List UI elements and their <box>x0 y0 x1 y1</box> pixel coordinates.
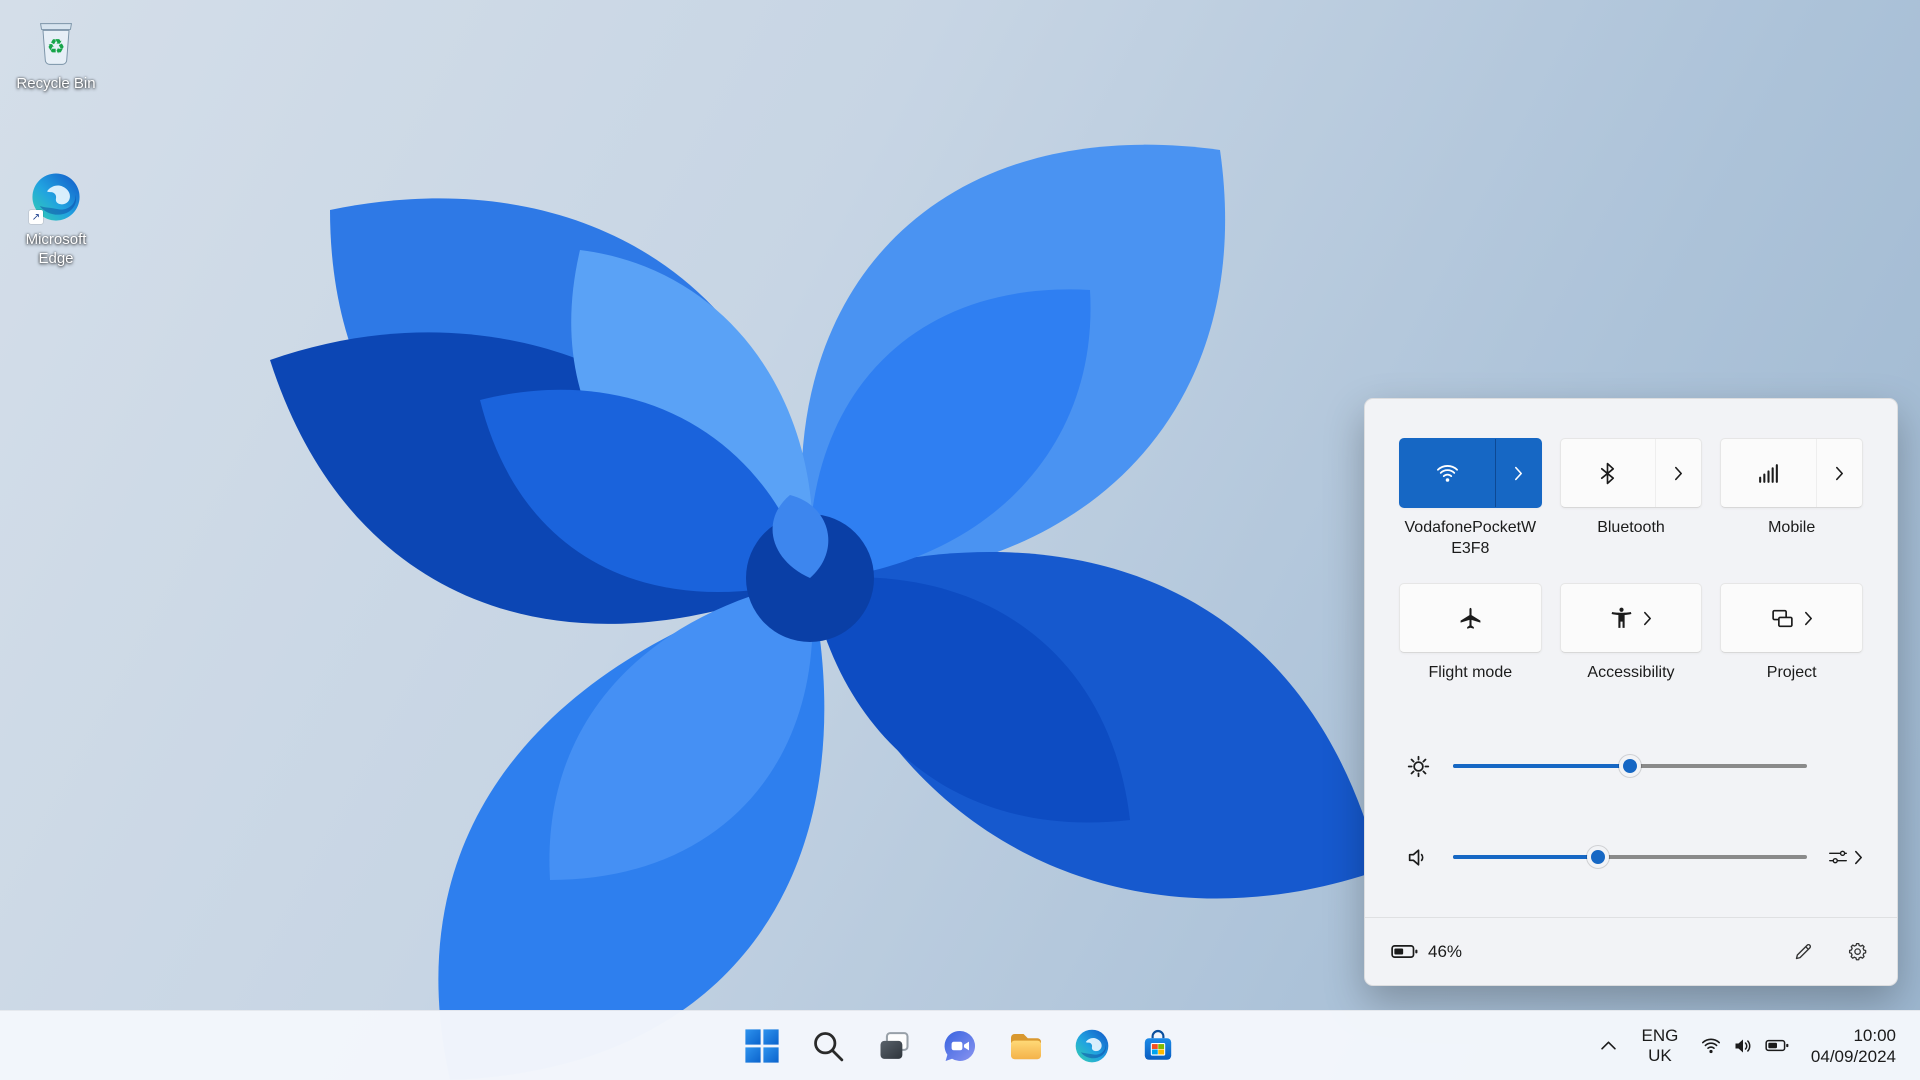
file-explorer-icon <box>1008 1028 1044 1064</box>
edge-icon: ↗ <box>27 168 85 226</box>
quick-setting-cell-flight-mode: Flight mode <box>1399 583 1542 683</box>
system-tray-status-button[interactable] <box>1691 1018 1799 1074</box>
store-icon <box>1140 1028 1176 1064</box>
task-view-icon <box>876 1028 912 1064</box>
wifi-expand-button[interactable] <box>1495 439 1541 507</box>
mobile-icon-wrap <box>1721 439 1816 507</box>
language-code: ENG <box>1641 1026 1678 1046</box>
desktop-icon-recycle-bin[interactable]: ♻ Recycle Bin <box>8 12 104 93</box>
brightness-slider-thumb[interactable] <box>1619 755 1641 777</box>
volume-slider[interactable] <box>1453 843 1807 871</box>
chevron-right-icon <box>1804 611 1813 626</box>
quick-setting-cell-project: Project <box>1720 583 1863 683</box>
clock[interactable]: 10:00 04/09/2024 <box>1803 1018 1904 1074</box>
settings-button[interactable] <box>1837 934 1877 970</box>
taskbar-tray: ENG UK 10:00 04/09/2024 <box>1589 1011 1920 1080</box>
edge-button[interactable] <box>1063 1017 1121 1075</box>
mobile-signal-icon <box>1756 461 1781 486</box>
flight-mode-label: Flight mode <box>1399 662 1542 683</box>
chevron-right-icon <box>1674 466 1683 481</box>
svg-text:♻: ♻ <box>47 37 65 59</box>
bluetooth-toggle[interactable] <box>1560 438 1703 508</box>
edit-pencil-icon <box>1793 941 1814 962</box>
volume-slider-track[interactable] <box>1453 855 1807 859</box>
brightness-slider-track[interactable] <box>1453 764 1807 768</box>
flight-mode-icon <box>1458 606 1483 631</box>
speaker-icon <box>1399 845 1437 870</box>
start-button[interactable] <box>733 1017 791 1075</box>
battery-icon <box>1391 944 1418 959</box>
mobile-toggle[interactable] <box>1720 438 1863 508</box>
windows-start-icon <box>744 1028 780 1064</box>
accessibility-button[interactable] <box>1560 583 1703 653</box>
audio-output-icon <box>1827 846 1849 868</box>
wifi-icon-wrap <box>1400 439 1495 507</box>
edge-icon <box>1074 1028 1110 1064</box>
taskbar-app-icons <box>733 1011 1187 1080</box>
brightness-row <box>1399 746 1863 786</box>
clock-time: 10:00 <box>1853 1025 1896 1046</box>
footer-buttons <box>1783 934 1877 970</box>
bluetooth-expand-button[interactable] <box>1655 439 1701 507</box>
shortcut-arrow-icon: ↗ <box>29 210 43 224</box>
language-indicator[interactable]: ENG UK <box>1633 1018 1687 1074</box>
chevron-right-icon <box>1643 611 1652 626</box>
bluetooth-label: Bluetooth <box>1560 517 1703 538</box>
search-button[interactable] <box>799 1017 857 1075</box>
flight-mode-toggle[interactable] <box>1399 583 1542 653</box>
chevron-up-icon <box>1601 1041 1616 1050</box>
audio-output-selector[interactable] <box>1807 846 1863 868</box>
chevron-right-icon <box>1854 850 1863 865</box>
task-view-button[interactable] <box>865 1017 923 1075</box>
search-icon <box>810 1028 846 1064</box>
battery-status-icon <box>1765 1039 1789 1052</box>
bluetooth-icon <box>1595 461 1620 486</box>
volume-slider-fill <box>1453 855 1598 859</box>
taskbar: ENG UK 10:00 04/09/2024 <box>0 1010 1920 1080</box>
accessibility-icon <box>1609 606 1634 631</box>
accessibility-label: Accessibility <box>1560 662 1703 683</box>
bluetooth-icon-wrap <box>1561 439 1656 507</box>
quick-settings-tile-grid: VodafonePocketW E3F8 Bluetooth <box>1399 438 1863 683</box>
file-explorer-button[interactable] <box>997 1017 1055 1075</box>
wifi-status-icon <box>1701 1036 1721 1056</box>
brightness-sun-icon <box>1399 754 1437 779</box>
language-region: UK <box>1648 1046 1672 1066</box>
chevron-right-icon <box>1835 466 1844 481</box>
battery-status-button[interactable]: 46% <box>1391 942 1462 962</box>
quick-settings-footer: 46% <box>1365 917 1897 985</box>
quick-setting-cell-mobile: Mobile <box>1720 438 1863 583</box>
project-button[interactable] <box>1720 583 1863 653</box>
quick-setting-cell-wifi: VodafonePocketW E3F8 <box>1399 438 1542 583</box>
project-icon <box>1770 606 1795 631</box>
settings-gear-icon <box>1847 941 1868 962</box>
desktop-icon-microsoft-edge[interactable]: ↗ Microsoft Edge <box>8 168 104 268</box>
wifi-toggle[interactable] <box>1399 438 1542 508</box>
wifi-icon <box>1435 461 1460 486</box>
mobile-expand-button[interactable] <box>1816 439 1862 507</box>
recycle-bin-icon: ♻ <box>27 12 85 70</box>
volume-slider-thumb[interactable] <box>1587 846 1609 868</box>
brightness-slider-fill <box>1453 764 1630 768</box>
show-hidden-icons-button[interactable] <box>1589 1018 1629 1074</box>
mobile-label: Mobile <box>1720 517 1863 538</box>
brightness-slider[interactable] <box>1453 752 1807 780</box>
volume-status-icon <box>1733 1036 1753 1056</box>
battery-percentage: 46% <box>1428 942 1462 962</box>
store-button[interactable] <box>1129 1017 1187 1075</box>
quick-setting-cell-bluetooth: Bluetooth <box>1560 438 1703 583</box>
desktop-icon-label: Microsoft Edge <box>8 230 104 268</box>
project-label: Project <box>1720 662 1863 683</box>
chevron-right-icon <box>1514 466 1523 481</box>
quick-setting-cell-accessibility: Accessibility <box>1560 583 1703 683</box>
desktop-icon-label: Recycle Bin <box>16 74 95 93</box>
volume-row <box>1399 837 1863 877</box>
edit-quick-settings-button[interactable] <box>1783 934 1823 970</box>
wifi-label: VodafonePocketW E3F8 <box>1399 517 1542 559</box>
quick-settings-panel: VodafonePocketW E3F8 Bluetooth <box>1364 398 1898 986</box>
chat-button[interactable] <box>931 1017 989 1075</box>
chat-icon <box>942 1028 978 1064</box>
clock-date: 04/09/2024 <box>1811 1046 1896 1067</box>
